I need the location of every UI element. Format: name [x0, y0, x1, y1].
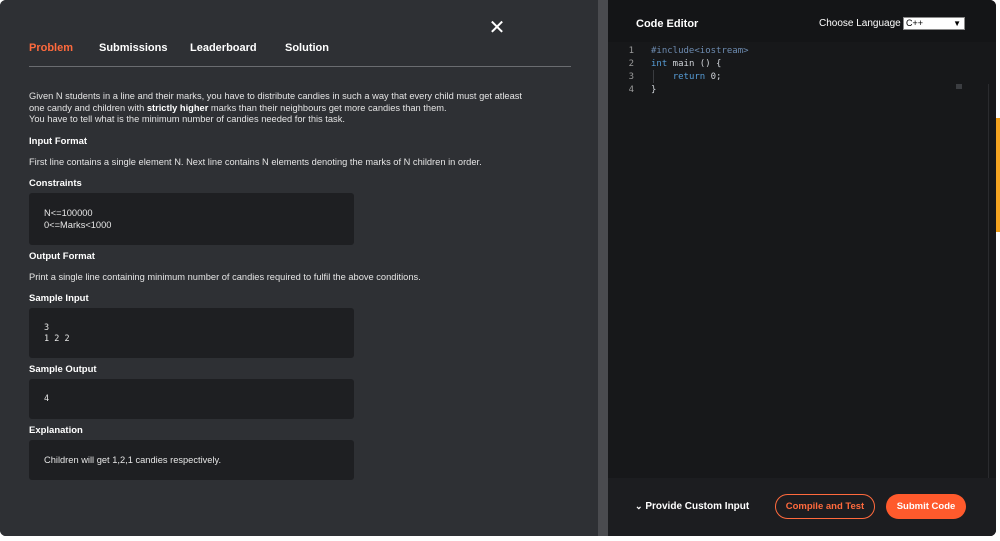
language-selected-value: C++: [906, 18, 924, 28]
statement-line-2: one candy and children with strictly hig…: [29, 103, 574, 115]
chevron-down-icon: ⌄: [635, 501, 643, 511]
problem-panel: ✕ Problem Submissions Leaderboard Soluti…: [0, 0, 598, 536]
sample-input-line: 3: [44, 323, 50, 333]
sample-input-line: 1 2 2: [44, 334, 70, 344]
problem-tabs: Problem Submissions Leaderboard Solution: [29, 42, 571, 67]
line-number: 3: [628, 72, 634, 82]
code-text: int main () {: [651, 58, 721, 71]
sample-output-value: 4: [44, 394, 50, 404]
side-accent-bar: [996, 118, 1000, 232]
close-icon[interactable]: ✕: [486, 17, 508, 39]
statement-emphasis: strictly higher: [146, 102, 209, 113]
constraints-box: N<=100000 0<=Marks<1000: [29, 193, 354, 245]
line-number: 4: [628, 85, 634, 95]
tab-leaderboard[interactable]: Leaderboard: [190, 42, 257, 54]
code-token: main () {: [667, 59, 722, 69]
explanation-text: Children will get 1,2,1 candies respecti…: [44, 455, 222, 465]
output-format-heading: Output Format: [29, 251, 95, 262]
constraints-heading: Constraints: [29, 178, 82, 189]
code-line: 4 }: [608, 84, 996, 97]
language-select[interactable]: C++ ▼: [903, 17, 965, 30]
editor-scrollbar[interactable]: [988, 84, 989, 520]
custom-input-label: Provide Custom Input: [645, 501, 750, 512]
statement-line-3: You have to tell what is the minimum num…: [29, 114, 345, 124]
code-token: return: [672, 72, 706, 82]
statement-text: marks than their neighbours get more can…: [208, 102, 447, 113]
code-text: return 0;: [651, 71, 722, 84]
code-line: 1 #include<iostream>: [608, 45, 996, 58]
sample-input-box: 3 1 2 2: [29, 308, 354, 358]
sample-output-box: 4: [29, 379, 354, 419]
language-label: Choose Language: [819, 18, 901, 29]
chevron-down-icon: ▼: [953, 19, 961, 28]
sample-output-heading: Sample Output: [29, 364, 97, 375]
line-number: 2: [628, 59, 634, 69]
explanation-box: Children will get 1,2,1 candies respecti…: [29, 440, 354, 480]
code-line: 3 return 0;: [608, 71, 996, 84]
editor-footer: ⌄ Provide Custom Input Compile and Test …: [608, 478, 996, 536]
code-text: }: [651, 84, 656, 97]
panel-resize-handle[interactable]: [598, 0, 608, 536]
input-format-text: First line contains a single element N. …: [29, 157, 482, 167]
app-frame: ✕ Problem Submissions Leaderboard Soluti…: [0, 0, 996, 536]
code-text: #include<iostream>: [651, 45, 749, 58]
problem-statement: Given N students in a line and their mar…: [29, 91, 574, 126]
code-area[interactable]: 1 #include<iostream> 2 int main () { 3 r…: [608, 42, 996, 520]
constraint-line: N<=100000: [44, 208, 93, 218]
indent-guide: [653, 70, 654, 83]
output-format-text: Print a single line containing minimum n…: [29, 272, 421, 282]
compile-and-test-button[interactable]: Compile and Test: [775, 494, 875, 519]
code-token: <iostream>: [694, 46, 749, 56]
code-token: #include: [651, 46, 695, 56]
code-token: int: [651, 59, 668, 69]
explanation-heading: Explanation: [29, 425, 83, 436]
input-format-heading: Input Format: [29, 136, 88, 147]
tab-solution[interactable]: Solution: [285, 42, 329, 54]
tab-problem[interactable]: Problem: [29, 42, 73, 54]
tab-submissions[interactable]: Submissions: [99, 42, 167, 54]
statement-line-1: Given N students in a line and their mar…: [29, 91, 522, 101]
code-line: 2 int main () {: [608, 58, 996, 71]
constraint-line: 0<=Marks<1000: [44, 220, 112, 230]
statement-text: one candy and children with: [29, 102, 147, 113]
code-token: }: [651, 85, 657, 95]
submit-code-button[interactable]: Submit Code: [886, 494, 966, 519]
code-token: 0;: [705, 72, 722, 82]
custom-input-toggle[interactable]: ⌄ Provide Custom Input: [635, 501, 749, 512]
code-editor-panel: Code Editor Choose Language C++ ▼ 1 #inc…: [608, 0, 996, 536]
line-number: 1: [628, 46, 634, 56]
editor-title: Code Editor: [636, 18, 699, 30]
sample-input-heading: Sample Input: [29, 293, 89, 304]
